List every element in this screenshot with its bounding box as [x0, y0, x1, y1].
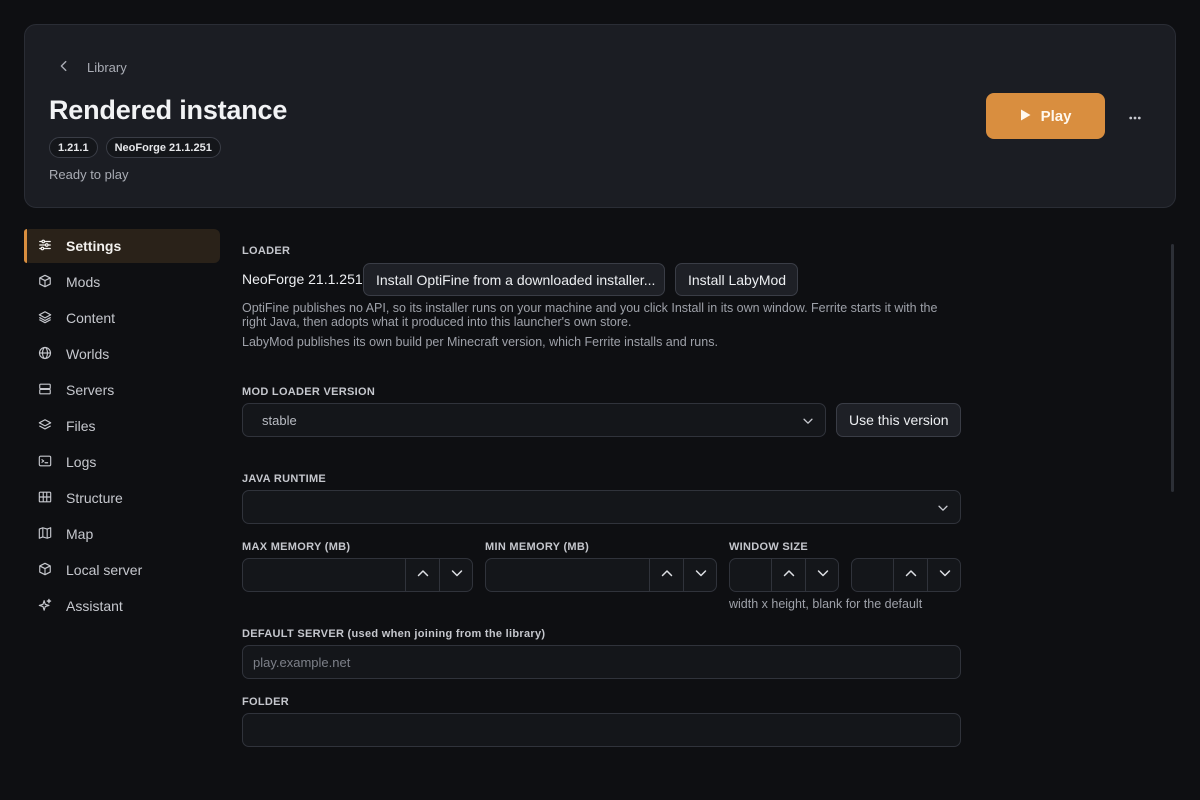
chevron-up-icon: [415, 565, 431, 586]
sidebar-item-label: Mods: [66, 274, 101, 290]
chevron-left-icon: [57, 59, 71, 76]
sidebar: Settings Mods Content Worlds Servers Fil…: [24, 229, 220, 625]
default-server-label: DEFAULT SERVER (used when joining from t…: [242, 628, 546, 640]
mod-loader-version-select[interactable]: stable: [242, 403, 826, 437]
window-height-increment[interactable]: [893, 559, 927, 591]
sidebar-item-label: Settings: [66, 238, 122, 254]
max-memory-stepper: [242, 558, 473, 592]
window-width-decrement[interactable]: [805, 559, 838, 591]
sidebar-item-logs[interactable]: Logs: [24, 445, 220, 479]
sidebar-item-settings[interactable]: Settings: [24, 229, 220, 263]
sidebar-item-label: Servers: [66, 382, 115, 398]
min-memory-stepper: [485, 558, 717, 592]
play-icon: [1020, 108, 1031, 125]
sidebar-item-files[interactable]: Files: [24, 409, 220, 443]
sidebar-item-content[interactable]: Content: [24, 301, 220, 335]
cube-icon: [38, 274, 52, 291]
current-loader: NeoForge 21.1.251: [242, 271, 363, 287]
sidebar-item-local-server[interactable]: Local server: [24, 553, 220, 587]
version-badges: 1.21.1 NeoForge 21.1.251: [49, 137, 221, 158]
layers-icon: [38, 310, 52, 327]
min-memory-decrement[interactable]: [683, 559, 716, 591]
default-server-input[interactable]: [242, 645, 961, 679]
chevron-down-icon: [937, 565, 953, 586]
folder-input[interactable]: [242, 713, 961, 747]
chevron-up-icon: [781, 565, 797, 586]
install-optifine-button[interactable]: Install OptiFine from a downloaded insta…: [363, 263, 665, 296]
window-size-hint: width x height, blank for the default: [729, 597, 923, 611]
sparkles-icon: [38, 598, 52, 615]
window-height-decrement[interactable]: [927, 559, 960, 591]
sidebar-item-label: Files: [66, 418, 96, 434]
chevron-up-icon: [903, 565, 919, 586]
window-size-label: WINDOW SIZE: [729, 541, 809, 553]
sidebar-item-mods[interactable]: Mods: [24, 265, 220, 299]
cube-icon: [38, 562, 52, 579]
sidebar-item-label: Logs: [66, 454, 97, 470]
min-memory-label: MIN MEMORY (MB): [485, 541, 590, 553]
sidebar-item-worlds[interactable]: Worlds: [24, 337, 220, 371]
grid-icon: [38, 490, 52, 507]
sidebar-item-label: Content: [66, 310, 116, 326]
window-height-input[interactable]: [852, 559, 893, 591]
mod-loader-version-label: MOD LOADER VERSION: [242, 386, 376, 398]
breadcrumb-library-link[interactable]: Library: [87, 60, 127, 75]
server-icon: [38, 382, 52, 399]
sidebar-item-label: Local server: [66, 562, 143, 578]
more-options-button[interactable]: [1123, 105, 1147, 127]
window-height-stepper: [851, 558, 961, 592]
sidebar-item-structure[interactable]: Structure: [24, 481, 220, 515]
minecraft-version-badge: 1.21.1: [49, 137, 98, 158]
stack-icon: [38, 418, 52, 435]
map-icon: [38, 526, 52, 543]
play-button-label: Play: [1040, 107, 1072, 125]
folder-label: FOLDER: [242, 696, 290, 708]
loader-version-badge: NeoForge 21.1.251: [105, 137, 221, 158]
status-text: Ready to play: [49, 167, 129, 182]
chevron-down-icon: [815, 565, 831, 586]
globe-icon: [38, 346, 52, 363]
install-labymod-button[interactable]: Install LabyMod: [675, 263, 798, 296]
java-runtime-select[interactable]: [242, 490, 961, 524]
max-memory-input[interactable]: [243, 559, 405, 591]
scrollbar[interactable]: [1171, 244, 1174, 492]
sliders-icon: [38, 238, 52, 255]
max-memory-increment[interactable]: [405, 559, 439, 591]
ellipsis-icon: [1129, 107, 1141, 125]
sidebar-item-servers[interactable]: Servers: [24, 373, 220, 407]
chevron-down-icon: [449, 565, 465, 586]
java-runtime-label: JAVA RUNTIME: [242, 473, 327, 485]
chevron-down-icon: [936, 501, 950, 515]
sidebar-item-label: Assistant: [66, 598, 123, 614]
play-button[interactable]: Play: [986, 93, 1105, 139]
sidebar-item-label: Map: [66, 526, 94, 542]
chevron-down-icon: [801, 414, 815, 428]
sidebar-item-label: Structure: [66, 490, 123, 506]
window-width-increment[interactable]: [771, 559, 805, 591]
mod-loader-version-value: stable: [262, 412, 297, 428]
chevron-down-icon: [693, 565, 709, 586]
optifine-help-text: OptiFine publishes no API, so its instal…: [242, 301, 938, 329]
max-memory-label: MAX MEMORY (MB): [242, 541, 351, 553]
use-this-version-button[interactable]: Use this version: [836, 403, 961, 437]
min-memory-increment[interactable]: [649, 559, 683, 591]
instance-header: Library Rendered instance 1.21.1 NeoForg…: [24, 24, 1176, 208]
max-memory-decrement[interactable]: [439, 559, 472, 591]
loader-section-label: LOADER: [242, 245, 291, 257]
window-width-input[interactable]: [730, 559, 771, 591]
sidebar-item-assistant[interactable]: Assistant: [24, 589, 220, 623]
chevron-up-icon: [659, 565, 675, 586]
page-title: Rendered instance: [49, 95, 288, 125]
breadcrumb[interactable]: Library: [57, 59, 127, 76]
labymod-help-text: LabyMod publishes its own build per Mine…: [242, 335, 718, 349]
min-memory-input[interactable]: [486, 559, 649, 591]
window-width-stepper: [729, 558, 839, 592]
sidebar-item-map[interactable]: Map: [24, 517, 220, 551]
sidebar-item-label: Worlds: [66, 346, 110, 362]
terminal-icon: [38, 454, 52, 471]
